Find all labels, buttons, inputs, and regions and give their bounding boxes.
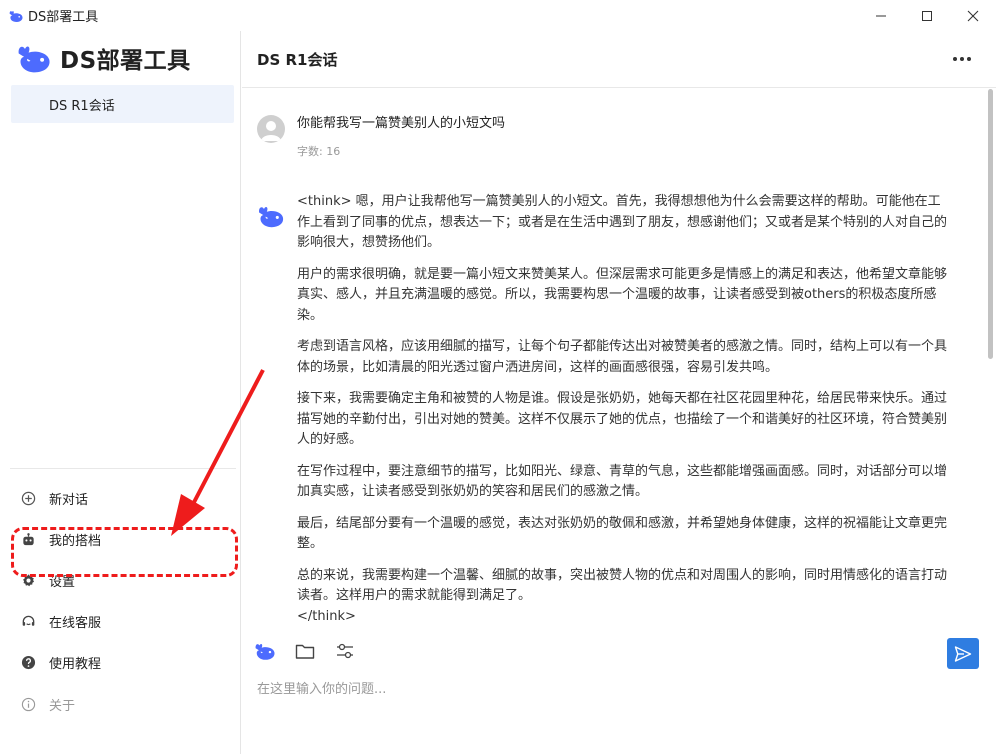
plus-circle-icon: [20, 490, 36, 506]
whale-icon: [9, 10, 23, 22]
help-circle-icon: [20, 654, 36, 670]
model-button[interactable]: [254, 640, 276, 662]
dot: [960, 57, 964, 61]
send-button[interactable]: [947, 638, 979, 669]
bot-paragraph: 考虑到语言风格，应该用细腻的描写，让每个句子都能传达出对被赞美者的感激之情。同时…: [297, 339, 948, 375]
headset-icon: [20, 613, 36, 629]
main-panel: DS R1会话 你能帮我写一篇赞美别人的小短文吗 字数: 16 <think> …: [242, 31, 996, 754]
online-support-button[interactable]: 在线客服: [14, 606, 229, 636]
bot-paragraph: 最后，结尾部分要有一个温暖的感觉，表达对张奶奶的敬佩和感激，并希望她身体健康，这…: [297, 515, 948, 552]
info-icon: [20, 696, 36, 712]
maximize-button[interactable]: [904, 0, 950, 31]
brand-name: DS部署工具: [60, 48, 191, 74]
window-title: DS部署工具: [28, 10, 99, 25]
user-icon: [261, 121, 281, 141]
menu-label: 使用教程: [49, 656, 102, 672]
bot-message: <think> 嗯，用户让我帮他写一篇赞美别人的小短文。首先，我得想想他为什么会…: [297, 192, 952, 627]
settings-sliders-button[interactable]: [334, 640, 356, 662]
conversation-title: DS R1会话: [257, 50, 338, 69]
attach-folder-button[interactable]: [294, 640, 316, 662]
title-bar: DS部署工具: [0, 0, 996, 31]
dashed-highlight-annotation: [11, 527, 238, 577]
user-avatar: [257, 115, 285, 143]
minimize-icon: [876, 15, 886, 16]
dot: [967, 57, 971, 61]
chat-history[interactable]: 你能帮我写一篇赞美别人的小短文吗 字数: 16 <think> 嗯，用户让我帮他…: [242, 89, 996, 630]
minimize-button[interactable]: [858, 0, 904, 31]
close-button[interactable]: [950, 0, 996, 31]
session-item[interactable]: DS R1会话: [11, 85, 234, 123]
chat-scrollbar[interactable]: [988, 89, 993, 359]
maximize-icon: [922, 10, 932, 21]
bot-paragraph: 接下来，我需要确定主角和被赞的人物是谁。假设是张奶奶，她每天都在社区花园里种花，…: [297, 391, 948, 447]
bot-paragraph: 用户的需求很明确，就是要一篇小短文来赞美某人。但深层需求可能更多是情感上的满足和…: [297, 266, 948, 323]
input-area: [242, 630, 996, 754]
brand: DS部署工具: [16, 41, 191, 75]
whale-icon: [18, 46, 50, 73]
sliders-icon: [337, 643, 353, 659]
whale-icon: [255, 643, 275, 660]
session-label: DS R1会话: [49, 98, 115, 114]
more-options-button[interactable]: [953, 52, 971, 66]
about-button[interactable]: 关于: [14, 689, 229, 719]
whale-icon: [259, 207, 284, 228]
conversation-header: DS R1会话: [242, 31, 996, 88]
bot-paragraph: <think> 嗯，用户让我帮他写一篇赞美别人的小短文。首先，我得想想他为什么会…: [297, 194, 948, 250]
send-icon: [954, 645, 972, 662]
bot-paragraph: 总的来说，我需要构建一个温馨、细腻的故事，突出被赞人物的优点和对周围人的影响，同…: [297, 567, 948, 604]
tutorial-button[interactable]: 使用教程: [14, 647, 229, 677]
question-input[interactable]: [257, 678, 977, 700]
menu-label: 关于: [49, 698, 76, 714]
think-end-tag: </think>: [297, 608, 356, 624]
close-icon: [967, 10, 979, 21]
menu-label: 新对话: [49, 492, 89, 508]
user-message-char-count: 字数: 16: [297, 145, 341, 158]
dot: [953, 57, 957, 61]
folder-icon: [295, 644, 315, 659]
user-message-text: 你能帮我写一篇赞美别人的小短文吗: [297, 116, 506, 131]
menu-label: 在线客服: [49, 615, 102, 631]
bot-paragraph: 在写作过程中，要注意细节的描写，比如阳光、绿意、青草的气息，这些都能增强画面感。…: [297, 463, 948, 500]
